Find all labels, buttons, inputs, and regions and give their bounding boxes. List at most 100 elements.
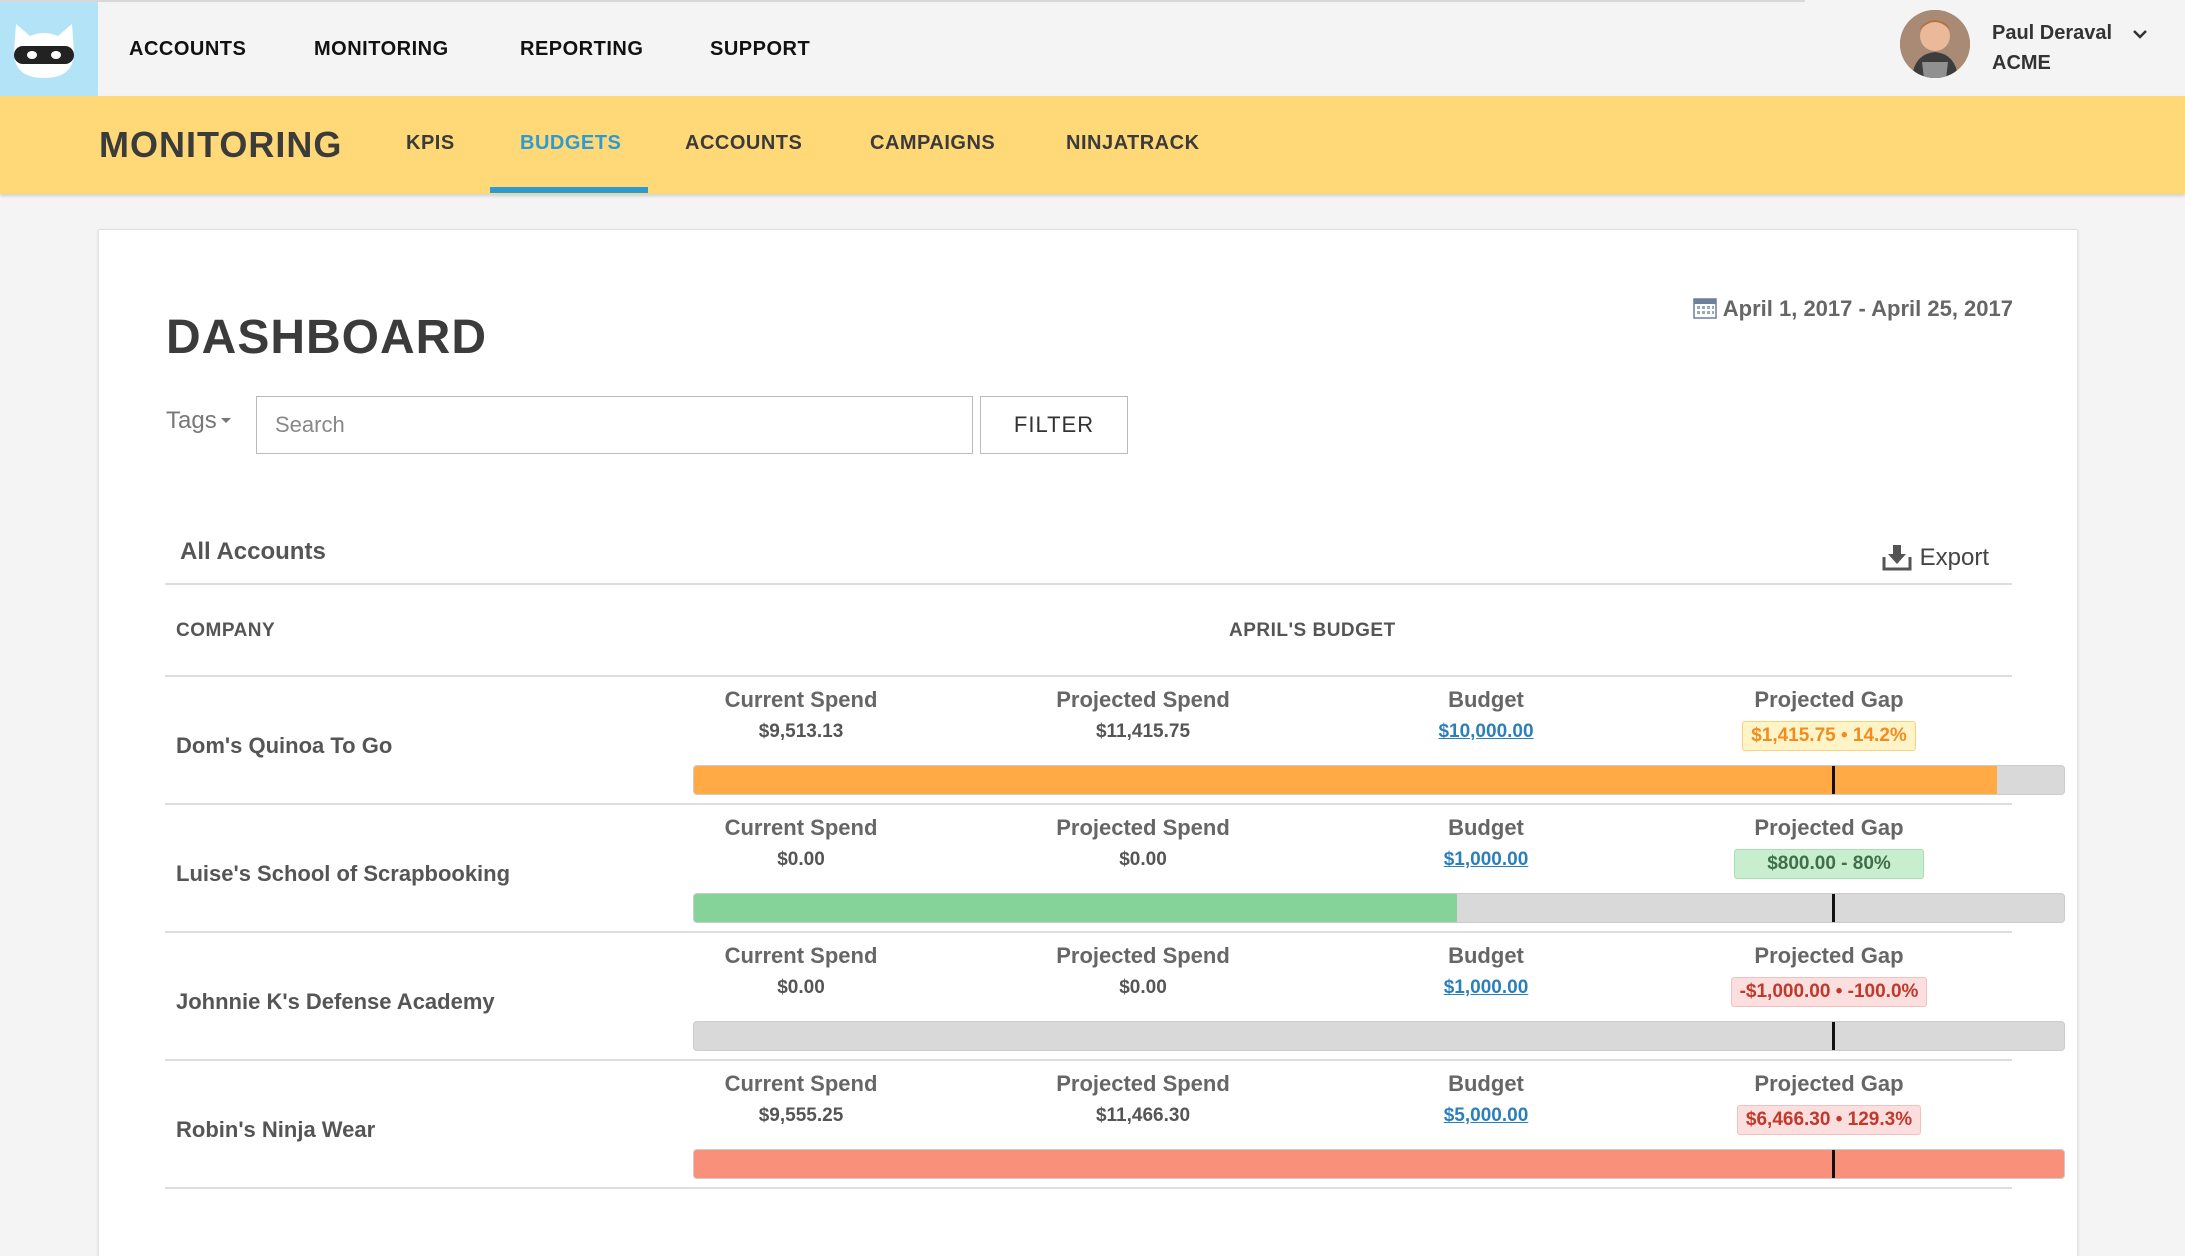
metric-value: $11,466.30 bbox=[1095, 1105, 1191, 1126]
current-spend: Current Spend $9,513.13 bbox=[671, 687, 931, 743]
tab-kpis[interactable]: KPIS bbox=[406, 132, 455, 155]
metric-label: Current Spend bbox=[724, 815, 878, 840]
metric-value: $0.00 bbox=[1119, 849, 1167, 870]
accounts-section-title: All Accounts bbox=[180, 538, 326, 565]
budget-link[interactable]: $1,000.00 bbox=[1356, 849, 1616, 871]
table-row: Luise's School of Scrapbooking Current S… bbox=[165, 805, 2065, 933]
tab-accounts[interactable]: ACCOUNTS bbox=[685, 132, 802, 155]
metric-label: Current Spend bbox=[724, 687, 878, 712]
projected-spend: Projected Spend $11,466.30 bbox=[1013, 1071, 1273, 1127]
gap-badge: -$1,000.00 • -100.0% bbox=[1730, 977, 1928, 1007]
tab-budgets[interactable]: BUDGETS bbox=[520, 132, 621, 155]
projected-spend: Projected Spend $11,415.75 bbox=[1013, 687, 1273, 743]
ninja-cat-logo-icon bbox=[14, 24, 74, 78]
budget: Budget $1,000.00 bbox=[1356, 943, 1616, 999]
projection-marker bbox=[1832, 1150, 1836, 1178]
table-row: Robin's Ninja Wear Current Spend $9,555.… bbox=[165, 1061, 2065, 1189]
topnav-support[interactable]: SUPPORT bbox=[710, 38, 810, 61]
metric-value: $9,555.25 bbox=[758, 1105, 844, 1126]
table-row: Johnnie K's Defense Academy Current Spen… bbox=[165, 933, 2065, 1061]
table-row: Dom's Quinoa To Go Current Spend $9,513.… bbox=[165, 677, 2065, 805]
gap-badge: $800.00 - 80% bbox=[1734, 849, 1924, 879]
topbar-edge bbox=[1805, 0, 2185, 2]
projected-gap: Projected Gap -$1,000.00 • -100.0% bbox=[1699, 943, 1959, 1007]
metric-label: Projected Spend bbox=[1056, 1071, 1230, 1096]
date-range-picker[interactable]: April 1, 2017 - April 25, 2017 bbox=[1693, 296, 2013, 322]
tab-campaigns[interactable]: CAMPAIGNS bbox=[870, 132, 995, 155]
column-header-budget: APRIL'S BUDGET bbox=[1229, 620, 1396, 641]
metric-label: Budget bbox=[1448, 1071, 1524, 1096]
current-spend: Current Spend $9,555.25 bbox=[671, 1071, 931, 1127]
topnav-monitoring[interactable]: MONITORING bbox=[314, 38, 449, 61]
export-label: Export bbox=[1919, 544, 1989, 571]
calendar-icon bbox=[1693, 298, 1717, 319]
dashboard-card: DASHBOARD April 1, 2017 - April 25, 2017… bbox=[98, 229, 2078, 1256]
current-spend: Current Spend $0.00 bbox=[671, 943, 931, 999]
metric-label: Projected Gap bbox=[1754, 687, 1904, 712]
metric-label: Current Spend bbox=[724, 943, 878, 968]
projected-spend: Projected Spend $0.00 bbox=[1013, 815, 1273, 871]
logo[interactable] bbox=[0, 2, 98, 98]
projected-gap: Projected Gap $800.00 - 80% bbox=[1699, 815, 1959, 879]
topnav-accounts[interactable]: ACCOUNTS bbox=[129, 38, 246, 61]
topnav-reporting[interactable]: REPORTING bbox=[520, 38, 643, 61]
metric-value: $9,513.13 bbox=[758, 721, 844, 742]
section-title: MONITORING bbox=[99, 124, 343, 165]
progress-fill bbox=[694, 894, 1458, 922]
export-button[interactable]: Export bbox=[1882, 543, 1989, 572]
date-range-text: April 1, 2017 - April 25, 2017 bbox=[1722, 296, 2013, 321]
metric-value: $0.00 bbox=[777, 849, 825, 870]
company-name: Luise's School of Scrapbooking bbox=[176, 861, 511, 886]
user-org: ACME bbox=[1992, 52, 2051, 74]
projection-marker bbox=[1832, 766, 1836, 794]
budget: Budget $10,000.00 bbox=[1356, 687, 1616, 743]
company-name: Dom's Quinoa To Go bbox=[176, 733, 393, 758]
avatar[interactable] bbox=[1900, 10, 1970, 78]
budget-link[interactable]: $10,000.00 bbox=[1356, 721, 1616, 743]
tab-ninjatrack[interactable]: NINJATRACK bbox=[1066, 132, 1200, 155]
tags-label: Tags bbox=[166, 407, 217, 434]
top-navigation-bar: ACCOUNTS MONITORING REPORTING SUPPORT Pa… bbox=[0, 0, 2185, 98]
gap-badge: $1,415.75 • 14.2% bbox=[1742, 721, 1916, 751]
budget-link[interactable]: $1,000.00 bbox=[1356, 977, 1616, 999]
budget-progress-bar bbox=[693, 1021, 2065, 1051]
company-name: Johnnie K's Defense Academy bbox=[176, 989, 495, 1014]
metric-label: Budget bbox=[1448, 943, 1524, 968]
avatar-photo bbox=[1900, 10, 1970, 78]
download-icon bbox=[1882, 545, 1912, 571]
sub-navigation-bar: MONITORING KPIS BUDGETS ACCOUNTS CAMPAIG… bbox=[0, 96, 2185, 194]
metric-label: Projected Spend bbox=[1056, 687, 1230, 712]
company-name: Robin's Ninja Wear bbox=[176, 1117, 376, 1142]
metric-value: $11,415.75 bbox=[1095, 721, 1191, 742]
active-tab-indicator bbox=[490, 187, 648, 193]
metric-label: Projected Gap bbox=[1754, 1071, 1904, 1096]
gap-badge: $6,466.30 • 129.3% bbox=[1736, 1105, 1922, 1135]
metric-label: Budget bbox=[1448, 815, 1524, 840]
budget: Budget $5,000.00 bbox=[1356, 1071, 1616, 1127]
metric-value: $0.00 bbox=[1119, 977, 1167, 998]
progress-fill bbox=[694, 766, 1997, 794]
column-header-company: COMPANY bbox=[176, 620, 276, 641]
metric-label: Projected Spend bbox=[1056, 815, 1230, 840]
chevron-down-icon[interactable] bbox=[2132, 28, 2148, 40]
metric-label: Current Spend bbox=[724, 1071, 878, 1096]
tags-dropdown[interactable]: Tags bbox=[166, 407, 231, 435]
projection-marker bbox=[1832, 1022, 1836, 1050]
budget: Budget $1,000.00 bbox=[1356, 815, 1616, 871]
metric-label: Projected Spend bbox=[1056, 943, 1230, 968]
projected-gap: Projected Gap $6,466.30 • 129.3% bbox=[1699, 1071, 1959, 1135]
projection-marker bbox=[1832, 894, 1836, 922]
budget-link[interactable]: $5,000.00 bbox=[1356, 1105, 1616, 1127]
projected-spend: Projected Spend $0.00 bbox=[1013, 943, 1273, 999]
metric-value: $0.00 bbox=[777, 977, 825, 998]
caret-down-icon bbox=[220, 418, 231, 423]
budget-progress-bar bbox=[693, 765, 2065, 795]
search-input[interactable] bbox=[256, 396, 973, 454]
divider bbox=[165, 1187, 2012, 1189]
metric-label: Projected Gap bbox=[1754, 943, 1904, 968]
projected-gap: Projected Gap $1,415.75 • 14.2% bbox=[1699, 687, 1959, 751]
filter-button[interactable]: FILTER bbox=[980, 396, 1128, 454]
metric-label: Budget bbox=[1448, 687, 1524, 712]
progress-fill bbox=[694, 1150, 2064, 1178]
budget-progress-bar bbox=[693, 1149, 2065, 1179]
